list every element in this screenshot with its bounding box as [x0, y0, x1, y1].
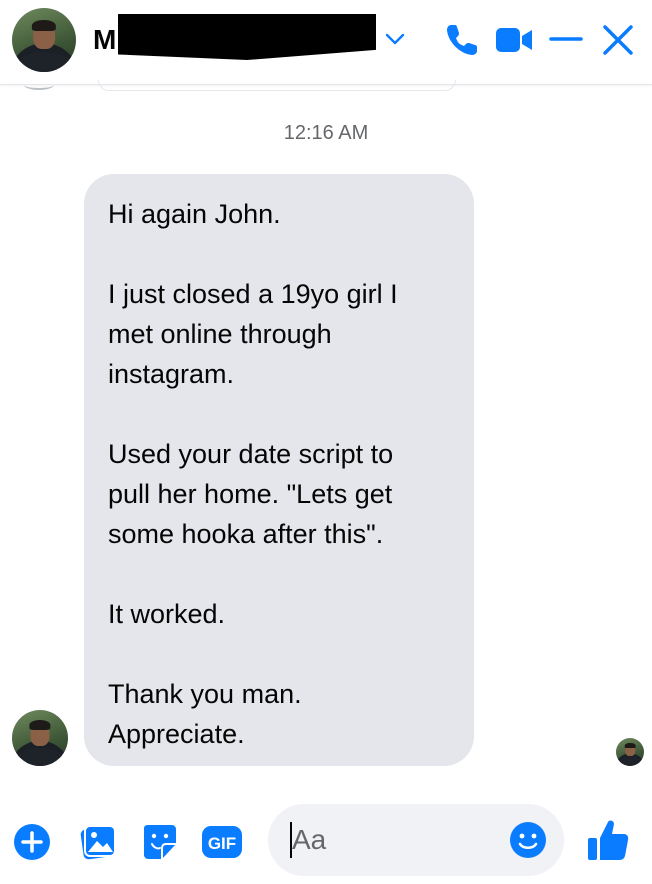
minimize-icon[interactable]	[548, 24, 584, 54]
photo-gallery-icon[interactable]	[76, 820, 120, 864]
sender-avatar[interactable]	[12, 710, 68, 766]
chevron-down-icon[interactable]	[382, 26, 408, 52]
message-input-placeholder: Aa	[292, 824, 327, 855]
message-composer: GIF Aa	[0, 790, 652, 884]
gif-icon[interactable]: GIF	[200, 820, 244, 864]
message-paragraph: Hi again John.	[108, 199, 281, 229]
chat-header: M	[0, 0, 652, 85]
close-icon[interactable]	[598, 20, 638, 60]
thumbs-up-icon[interactable]	[584, 816, 632, 864]
gif-label: GIF	[208, 834, 236, 853]
message-paragraph: Used your date script to pull her home. …	[108, 439, 394, 549]
received-message-bubble[interactable]: Hi again John. I just closed a 19yo girl…	[84, 174, 474, 766]
previous-message-edge	[24, 80, 54, 90]
previous-message-bubble	[98, 80, 456, 91]
contact-name[interactable]: M	[93, 24, 117, 56]
seen-receipt-avatar	[616, 738, 644, 766]
message-timestamp: 12:16 AM	[283, 122, 369, 144]
message-input[interactable]: Aa	[268, 804, 564, 876]
message-paragraph: Thank you man. Appreciate.	[108, 679, 302, 749]
message-paragraph: It worked.	[108, 599, 226, 629]
contact-avatar[interactable]	[12, 8, 76, 72]
plus-icon[interactable]	[10, 820, 54, 864]
video-camera-icon[interactable]	[494, 22, 534, 58]
redacted-name-bar	[118, 14, 376, 60]
phone-icon[interactable]	[442, 20, 482, 60]
emoji-icon[interactable]	[508, 820, 548, 860]
message-paragraph: I just closed a 19yo girl I met online t…	[108, 279, 398, 389]
sticker-icon[interactable]	[138, 820, 182, 864]
